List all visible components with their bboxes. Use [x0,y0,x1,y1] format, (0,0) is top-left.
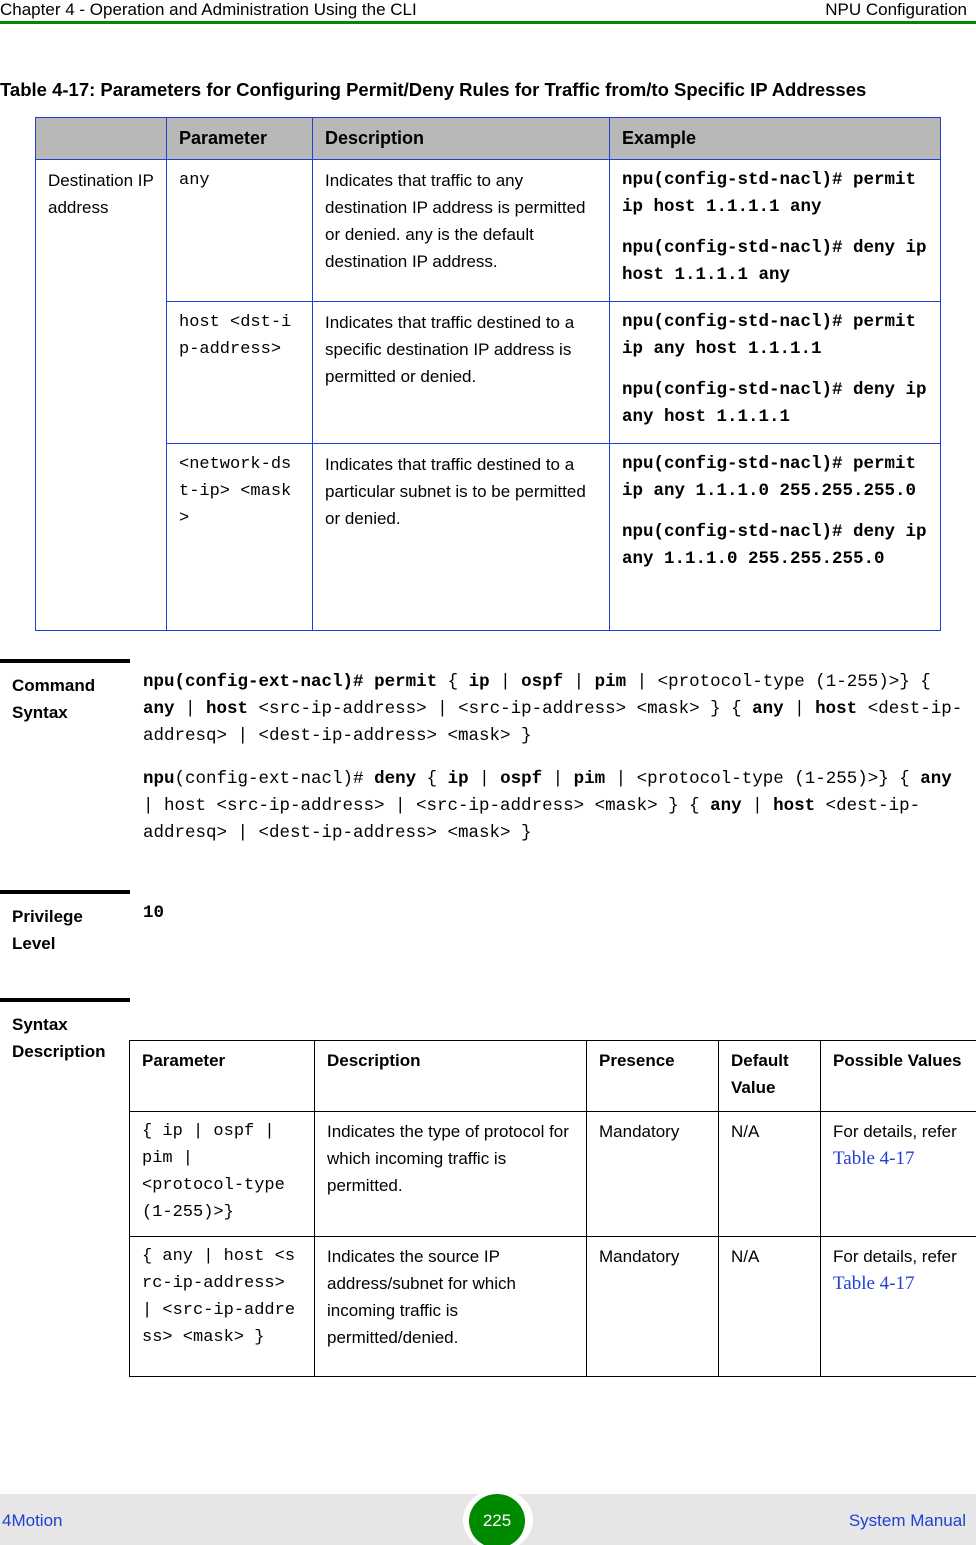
example-cell: npu(config-std-nacl)# permit ip any host… [609,301,941,444]
table-row: { ip | ospf | pim | <protocol-type (1-25… [129,1111,976,1237]
column-header: Possible Values [820,1040,976,1112]
example-command: npu(config-std-nacl)# permit ip host 1.1… [622,170,917,217]
chapter-title: Chapter 4 - Operation and Administration… [0,0,417,19]
parameters-table: Parameter Description Example Destinatio… [35,117,941,631]
syntax-description-table: Parameter Description Presence Default V… [129,1040,976,1377]
example-command: npu(config-std-nacl)# deny ip any host 1… [622,380,927,427]
column-header: Parameter [129,1040,315,1112]
command-syntax-content: npu(config-ext-nacl)# permit { ip | ospf… [143,669,968,847]
section-label: Privilege Level [12,907,83,953]
section-label: Syntax Description [12,1015,106,1061]
privilege-value: 10 [143,903,165,923]
product-name: 4Motion [2,1511,63,1530]
column-header: Parameter [166,117,313,160]
description-cell: Indicates that traffic destined to a par… [312,443,610,631]
column-header: Example [609,117,941,160]
parameter-cell: any [166,159,313,302]
example-cell: npu(config-std-nacl)# permit ip host 1.1… [609,159,941,302]
example-cell: npu(config-std-nacl)# permit ip any 1.1.… [609,443,941,631]
description-cell: Indicates that traffic destined to a spe… [312,301,610,444]
section-divider [0,890,130,894]
possible-values-cell: For details, refer Table 4-17 [820,1236,976,1377]
permit-syntax: npu(config-ext-nacl)# permit { ip | ospf… [143,672,963,746]
example-command: npu(config-std-nacl)# permit ip any 1.1.… [622,454,917,501]
parameter-cell: { any | host <src-ip-address> | <src-ip-… [129,1236,315,1377]
section-divider [0,998,130,1002]
table-row: host <dst-ip-address> Indicates that tra… [36,301,941,444]
column-header: Default Value [718,1040,821,1112]
description-cell: Indicates that traffic to any destinatio… [312,159,610,302]
document-name: System Manual [848,1511,966,1530]
column-header: Description [312,117,610,160]
default-value-cell: N/A [718,1236,821,1377]
table-reference-link[interactable]: Table 4-17 [833,1148,915,1169]
section-divider [0,659,130,663]
example-command: npu(config-std-nacl)# deny ip any 1.1.1.… [622,522,927,569]
example-command: npu(config-std-nacl)# permit ip any host… [622,312,917,359]
possible-values-text: For details, refer [833,1122,957,1141]
table-reference-link[interactable]: Table 4-17 [833,1273,915,1294]
default-value-cell: N/A [718,1111,821,1237]
presence-cell: Mandatory [586,1111,719,1237]
table-header-row: Parameter Description Presence Default V… [129,1040,976,1112]
description-cell: Indicates the type of protocol for which… [314,1111,587,1237]
table-header-row: Parameter Description Example [35,117,941,160]
section-label: Command Syntax [12,676,96,722]
column-header [35,117,167,160]
possible-values-cell: For details, refer Table 4-17 [820,1111,976,1237]
table-row: <network-dst-ip> <mask> Indicates that t… [36,443,941,631]
group-label: Destination IP address [35,159,167,631]
section-title: NPU Configuration [825,0,967,19]
page-number: 225 [469,1494,525,1545]
table-row: { any | host <src-ip-address> | <src-ip-… [129,1236,976,1377]
example-command: npu(config-std-nacl)# deny ip host 1.1.1… [622,238,927,285]
column-header: Description [314,1040,587,1112]
column-header: Presence [586,1040,719,1112]
page-number-badge: 225 [463,1489,533,1545]
parameter-cell: { ip | ospf | pim | <protocol-type (1-25… [129,1111,315,1237]
deny-syntax: npu(config-ext-nacl)# deny { ip | ospf |… [143,769,952,843]
table-caption: Table 4-17: Parameters for Configuring P… [0,79,867,100]
parameter-cell: <network-dst-ip> <mask> [166,443,313,631]
description-cell: Indicates the source IP address/subnet f… [314,1236,587,1377]
presence-cell: Mandatory [586,1236,719,1377]
header-rule [0,21,976,24]
possible-values-text: For details, refer [833,1247,957,1266]
parameter-cell: host <dst-ip-address> [166,301,313,444]
table-row: Destination IP address any Indicates tha… [35,159,941,631]
